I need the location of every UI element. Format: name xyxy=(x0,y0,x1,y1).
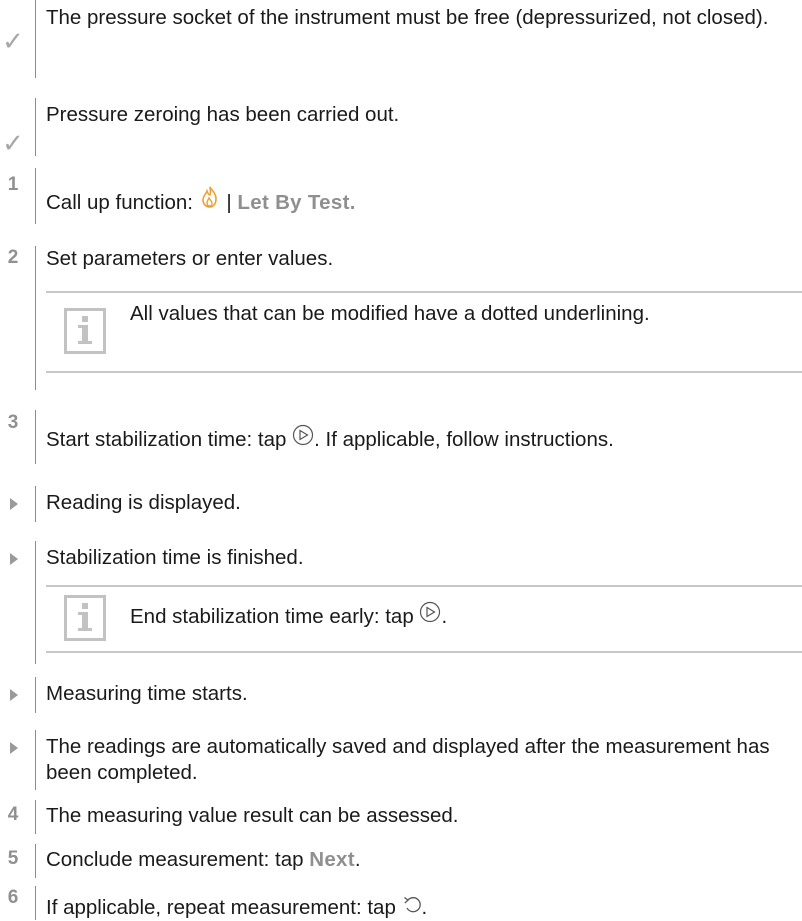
step-text-part: . If applicable, follow instructions. xyxy=(314,428,614,451)
step-item: 1 Call up function: | Let By Test. xyxy=(0,168,802,224)
step-number: 5 xyxy=(7,848,19,869)
step-text: Start stabilization time: tap . If appli… xyxy=(46,424,784,453)
step-text-part: . xyxy=(354,848,361,871)
step-text: If applicable, repeat measurement: tap . xyxy=(46,894,784,921)
triangle-right-icon xyxy=(10,742,18,754)
step-rule xyxy=(35,98,36,156)
step-rule xyxy=(35,677,36,713)
info-note: End stabilization time early: tap . xyxy=(46,585,802,653)
step-item: 4 The measuring value result can be asse… xyxy=(0,800,802,834)
info-icon xyxy=(64,595,106,641)
step-rule xyxy=(35,541,36,664)
play-circle-icon xyxy=(292,424,314,453)
step-text: The readings are automatically saved and… xyxy=(46,735,770,784)
step-rule xyxy=(35,844,36,878)
step-rule xyxy=(35,168,36,224)
step-rule xyxy=(35,410,36,464)
step-text-part: If applicable, repeat measurement: tap xyxy=(46,896,402,919)
step-text-separator: | xyxy=(220,191,238,214)
step-text-part: Conclude measurement: tap xyxy=(46,848,310,871)
step-text-part: . xyxy=(421,896,428,919)
step-text: Reading is displayed. xyxy=(46,491,241,514)
prerequisite-item: ✓ The pressure socket of the instrument … xyxy=(0,0,802,78)
step-text: Measuring time starts. xyxy=(46,682,248,705)
step-number: 3 xyxy=(7,412,19,433)
result-item: The readings are automatically saved and… xyxy=(0,730,802,790)
info-text-part: End stabilization time early: tap xyxy=(130,605,420,628)
result-marker xyxy=(0,689,26,701)
step-number: 4 xyxy=(7,804,19,825)
play-circle-icon xyxy=(419,601,441,630)
step-rule xyxy=(35,0,36,78)
step-text: Call up function: | Let By Test. xyxy=(46,185,784,216)
step-number: 6 xyxy=(7,887,19,908)
result-item: Reading is displayed. xyxy=(0,486,802,522)
triangle-right-icon xyxy=(10,689,18,701)
step-item: 6 If applicable, repeat measurement: tap… xyxy=(0,886,802,920)
step-text: The measuring value result can be assess… xyxy=(46,804,459,827)
step-item: 2 Set parameters or enter values. All va… xyxy=(0,246,802,390)
triangle-right-icon xyxy=(10,553,18,565)
step-rule xyxy=(35,730,36,790)
step-number: 1 xyxy=(7,174,19,195)
info-text: End stabilization time early: tap . xyxy=(130,601,792,630)
repeat-icon xyxy=(402,894,422,921)
step-rule xyxy=(35,886,36,920)
step-number: 2 xyxy=(7,247,19,268)
info-text-part: . xyxy=(441,605,448,628)
flame-icon xyxy=(199,185,221,216)
result-marker xyxy=(0,498,26,510)
info-text: All values that can be modified have a d… xyxy=(130,302,650,325)
step-text-part: Call up function: xyxy=(46,191,199,214)
step-text: Pressure zeroing has been carried out. xyxy=(46,103,400,126)
step-rule xyxy=(35,246,36,390)
button-keyword: Next xyxy=(309,848,355,871)
step-item: 3 Start stabilization time: tap . If app… xyxy=(0,410,802,464)
step-rule xyxy=(35,486,36,522)
check-icon: ✓ xyxy=(2,128,24,158)
result-marker xyxy=(0,553,26,565)
step-text: Stabilization time is finished. xyxy=(46,546,304,569)
step-text: The pressure socket of the instrument mu… xyxy=(46,6,769,29)
info-note: All values that can be modified have a d… xyxy=(46,291,802,373)
step-rule xyxy=(35,800,36,834)
step-text: Set parameters or enter values. xyxy=(46,247,334,270)
step-item: 5 Conclude measurement: tap Next. xyxy=(0,844,802,878)
step-text: Conclude measurement: tap Next. xyxy=(46,847,784,873)
prerequisite-item: ✓ Pressure zeroing has been carried out. xyxy=(0,98,802,156)
result-marker xyxy=(0,742,26,754)
result-item: Measuring time starts. xyxy=(0,677,802,713)
menu-path-keyword: Let By Test. xyxy=(237,191,356,214)
result-item: Stabilization time is finished. End stab… xyxy=(0,541,802,664)
info-icon xyxy=(64,308,106,354)
triangle-right-icon xyxy=(10,498,18,510)
step-text-part: Start stabilization time: tap xyxy=(46,428,293,451)
check-icon: ✓ xyxy=(2,26,24,56)
